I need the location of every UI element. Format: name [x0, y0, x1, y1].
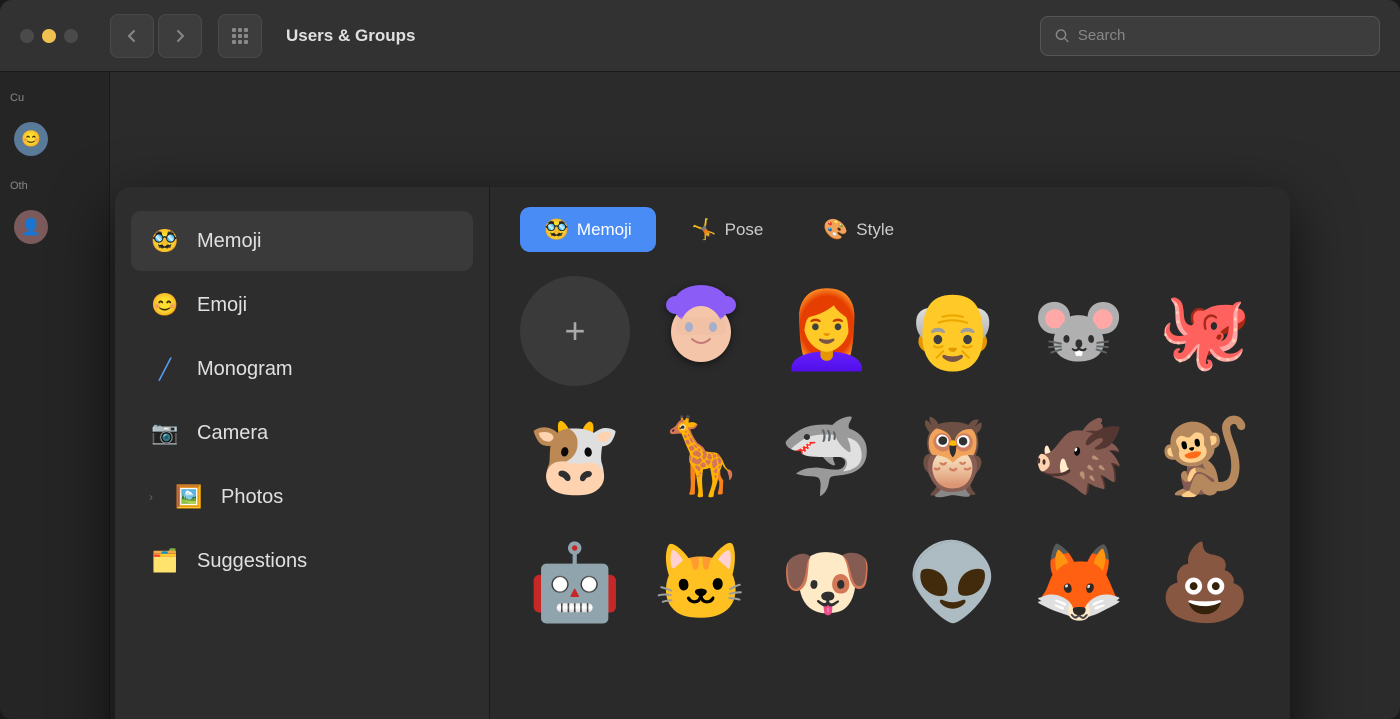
memoji-item-3[interactable]: 👴 [898, 276, 1008, 386]
memoji-item-7[interactable]: 🦒 [646, 402, 756, 512]
memoji-item-1[interactable] [646, 276, 756, 386]
search-icon [1055, 28, 1070, 44]
memoji-item-8[interactable]: 🦈 [772, 402, 882, 512]
nav-item-camera[interactable]: 📷 Camera [131, 403, 473, 463]
tab-style-label: Style [856, 220, 894, 240]
traffic-lights [20, 29, 78, 43]
tab-pose[interactable]: 🤸 Pose [668, 207, 788, 252]
memoji-item-4[interactable]: 🐭 [1024, 276, 1134, 386]
back-button[interactable] [110, 14, 154, 58]
avatar-other: 👤 [14, 210, 48, 244]
nav-item-photos[interactable]: › 🖼️ Photos [131, 467, 473, 527]
emoji-row-3: 🤖 🐱 🐶 👽 🦊 [520, 528, 1260, 638]
nav-item-memoji[interactable]: 🥸 Memoji [131, 211, 473, 271]
monogram-icon: ╱ [149, 353, 181, 385]
nav-label-suggestions: Suggestions [197, 550, 307, 573]
camera-icon: 📷 [149, 417, 181, 449]
memoji-item-6[interactable]: 🐮 [520, 402, 630, 512]
memoji-item-13[interactable]: 🐱 [646, 528, 756, 638]
tab-pose-icon: 🤸 [692, 217, 717, 242]
avatar-picker-popup: 🥸 Memoji 😊 Emoji ╱ Monogram 📷 Camera › [115, 187, 1290, 719]
emoji-row-2: 🐮 🦒 🦈 🦉 🐗 [520, 402, 1260, 512]
nav-buttons [110, 14, 202, 58]
minimize-button[interactable] [42, 29, 56, 43]
photos-icon: 🖼️ [173, 481, 205, 513]
memoji-item-5[interactable]: 🐙 [1150, 276, 1260, 386]
memoji-item-14[interactable]: 🐶 [772, 528, 882, 638]
memoji-item-15[interactable]: 👽 [898, 528, 1008, 638]
tab-style-icon: 🎨 [823, 217, 848, 242]
tab-memoji-icon: 🥸 [544, 217, 569, 242]
close-button[interactable] [20, 29, 34, 43]
nav-label-photos: Photos [221, 486, 283, 509]
emoji-icon: 😊 [149, 289, 181, 321]
memoji-item-17[interactable]: 💩 [1150, 528, 1260, 638]
tab-pose-label: Pose [725, 220, 764, 240]
sidebar-user-current[interactable]: 😊 [0, 114, 109, 164]
emoji-row-1: + [520, 276, 1260, 386]
popup-nav: 🥸 Memoji 😊 Emoji ╱ Monogram 📷 Camera › [115, 187, 490, 719]
popup-content: 🥸 Memoji 🤸 Pose 🎨 Style [490, 187, 1290, 719]
nav-item-monogram[interactable]: ╱ Monogram [131, 339, 473, 399]
titlebar: Users & Groups [0, 0, 1400, 72]
window-title: Users & Groups [286, 26, 415, 46]
main-content: Cu 😊 Oth 👤 🥸 Memoji [0, 72, 1400, 719]
search-input[interactable] [1078, 27, 1365, 44]
add-memoji-button[interactable]: + [520, 276, 630, 386]
left-sidebar: Cu 😊 Oth 👤 [0, 72, 110, 719]
avatar: 😊 [14, 122, 48, 156]
memoji-item-11[interactable]: 🐒 [1150, 402, 1260, 512]
memoji-item-12[interactable]: 🤖 [520, 528, 630, 638]
memoji-item-10[interactable]: 🐗 [1024, 402, 1134, 512]
nav-label-camera: Camera [197, 422, 268, 445]
nav-label-monogram: Monogram [197, 358, 293, 381]
search-bar[interactable] [1040, 16, 1380, 56]
nav-item-emoji[interactable]: 😊 Emoji [131, 275, 473, 335]
memoji-icon: 🥸 [149, 225, 181, 257]
memoji-item-9[interactable]: 🦉 [898, 402, 1008, 512]
popup-tabs: 🥸 Memoji 🤸 Pose 🎨 Style [520, 207, 1260, 252]
suggestions-icon: 🗂️ [149, 545, 181, 577]
chevron-icon: › [149, 490, 153, 504]
nav-item-suggestions[interactable]: 🗂️ Suggestions [131, 531, 473, 591]
tab-memoji[interactable]: 🥸 Memoji [520, 207, 656, 252]
tab-style[interactable]: 🎨 Style [799, 207, 918, 252]
grid-view-button[interactable] [218, 14, 262, 58]
sidebar-label-current: Cu [0, 92, 109, 104]
sidebar-user-other[interactable]: 👤 [0, 202, 109, 252]
nav-label-emoji: Emoji [197, 294, 247, 317]
memoji-item-2[interactable]: 👩‍🦰 [772, 276, 882, 386]
forward-button[interactable] [158, 14, 202, 58]
nav-label-memoji: Memoji [197, 230, 261, 253]
main-window: Users & Groups Cu 😊 Oth 👤 [0, 0, 1400, 719]
sidebar-label-other: Oth [0, 180, 109, 192]
maximize-button[interactable] [64, 29, 78, 43]
tab-memoji-label: Memoji [577, 220, 632, 240]
emoji-grid: + [520, 276, 1260, 719]
memoji-item-16[interactable]: 🦊 [1024, 528, 1134, 638]
